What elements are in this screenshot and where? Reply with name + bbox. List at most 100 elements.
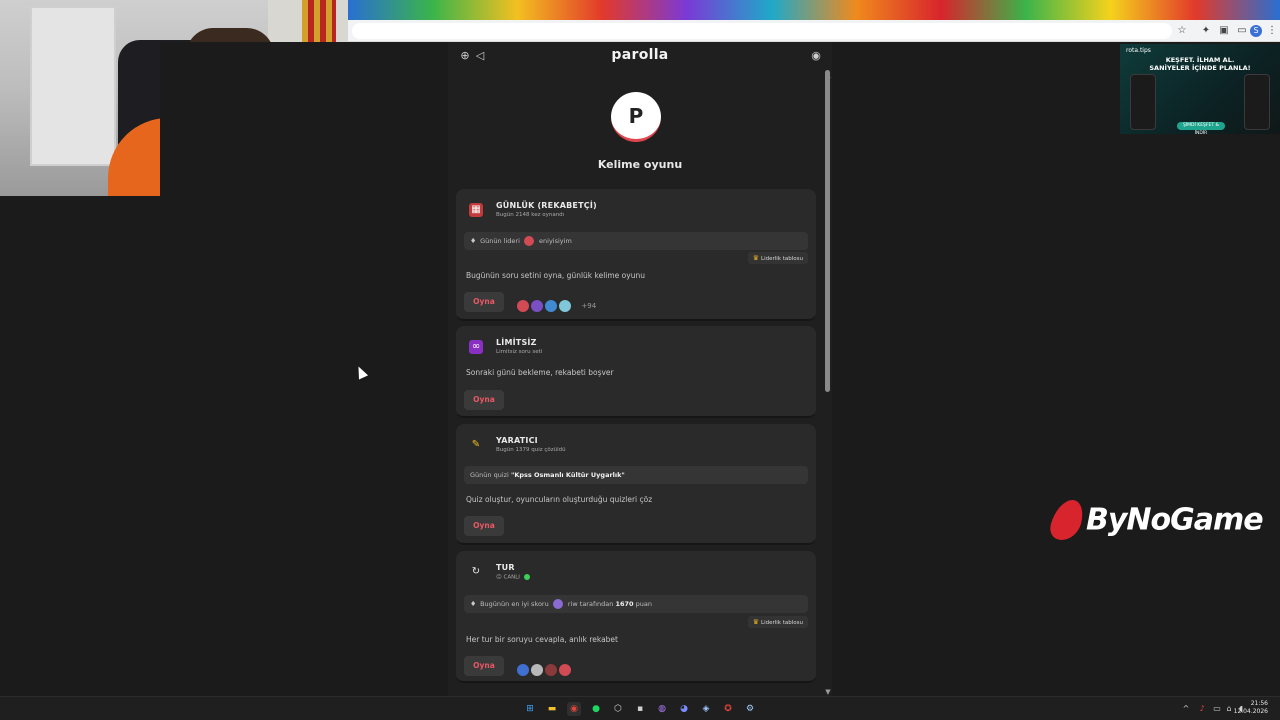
browser-toolbar: ☆ ✦ ▣ ▭ S ⋮ — [348, 20, 1280, 42]
daily-leader-info: ♦ Günün lideri eniyisiyim — [464, 232, 808, 250]
game-icon[interactable]: ✪ — [721, 702, 735, 716]
player-avatar — [530, 662, 545, 677]
chrome-icon[interactable]: ◉ — [567, 702, 581, 716]
network-icon[interactable]: ⌂ — [1224, 703, 1234, 715]
colorful-banner — [348, 0, 1280, 20]
player-avatar — [530, 298, 545, 313]
play-button[interactable]: Oyna — [464, 292, 504, 312]
spotify-icon[interactable]: ● — [589, 702, 603, 716]
leader-name[interactable]: eniyisiyim — [539, 237, 572, 245]
leader-avatar — [523, 236, 534, 246]
clock[interactable]: 21:56 12.04.2026 — [1234, 700, 1268, 716]
address-bar[interactable] — [352, 23, 1172, 39]
phone-mockup — [1130, 74, 1156, 130]
leaderboard-label: Liderlik tablosu — [761, 620, 803, 626]
play-button[interactable]: Oyna — [464, 390, 504, 410]
scroll-down-icon[interactable]: ▼ — [824, 689, 832, 696]
star-icon[interactable]: ☆ — [1176, 25, 1188, 37]
card-creative: ✎ YARATICI Bugün 1379 quiz çözüldü Günün… — [456, 424, 816, 545]
play-button[interactable]: Oyna — [464, 656, 504, 676]
bynogame-flame-icon — [1046, 500, 1088, 540]
ad-cta[interactable]: ŞİMDİ KEŞFET & İNDİR — [1177, 122, 1225, 134]
steam-icon[interactable]: ◈ — [699, 702, 713, 716]
best-score-info: ♦ Bugünün en iyi skoru riw tarafından 16… — [464, 595, 808, 613]
player-avatar — [544, 298, 559, 313]
start-icon[interactable]: ⊞ — [523, 702, 537, 716]
users-icon: ☺ — [496, 574, 502, 581]
best-player-name[interactable]: riw — [568, 600, 578, 608]
leaderboard-button[interactable]: ♛ Liderlik tablosu — [747, 616, 808, 628]
card-subtitle: ☺ CANLI — [496, 574, 530, 581]
infinity-icon: ∞ — [469, 340, 483, 354]
quiz-of-the-day[interactable]: Günün quizi "Kpss Osmanlı Kültür Uygarlı… — [464, 466, 808, 484]
card-title: GÜNLÜK (REKABETÇİ) — [496, 201, 597, 210]
tray-chevron-icon[interactable]: ^ — [1181, 703, 1191, 715]
trophy-outline-icon: ♦ — [470, 237, 477, 245]
screen: ☆ ✦ ▣ ▭ S ⋮ ⊕ ◁ parolla ◉ P Kelime oyunu… — [0, 0, 1280, 720]
info-label: Günün quizi — [470, 471, 509, 479]
play-button[interactable]: Oyna — [464, 516, 504, 536]
calendar-icon: ▦ — [469, 203, 483, 217]
ad-banner[interactable]: rota.tips KEŞFET. İLHAM AL. SANİYELER İÇ… — [1120, 44, 1280, 134]
more-icon[interactable]: ⋮ — [1266, 25, 1278, 37]
mic-icon[interactable]: ♪ — [1197, 703, 1207, 715]
best-player-avatar — [552, 599, 563, 609]
player-avatar — [516, 298, 530, 313]
info-label: Bugünün en iyi skoru — [480, 600, 549, 608]
trophy-icon: ♛ — [752, 618, 760, 626]
discord-icon[interactable]: ◕ — [677, 702, 691, 716]
extension-icon[interactable]: ✦ — [1200, 25, 1212, 37]
app-title[interactable]: parolla — [448, 47, 832, 63]
leaderboard-button[interactable]: ♛ Liderlik tablosu — [747, 252, 808, 264]
profile-avatar-icon[interactable]: S — [1250, 25, 1262, 37]
leaderboard-label: Liderlik tablosu — [761, 256, 803, 262]
bynogame-logo: ByNoGame — [1046, 500, 1264, 548]
monitor-icon[interactable]: ▭ — [1212, 703, 1222, 715]
user-icon[interactable]: ◉ — [810, 50, 822, 62]
obs-icon[interactable]: ⬡ — [611, 702, 625, 716]
card-subtitle: Bugün 1379 quiz çözüldü — [496, 447, 566, 453]
bynogame-text: ByNoGame — [1086, 502, 1264, 538]
tab-icon[interactable]: ▭ — [1236, 25, 1248, 37]
info-mid: tarafından — [579, 600, 614, 608]
folder-icon[interactable]: ▬ — [545, 702, 559, 716]
card-subtitle: Limitsiz soru seti — [496, 349, 543, 355]
refresh-icon: ↻ — [471, 566, 481, 577]
settings-icon[interactable]: ⚙ — [743, 702, 757, 716]
ad-headline-line-2: SANİYELER İÇİNDE PLANLA! — [1149, 64, 1251, 72]
best-score: 1670 — [615, 600, 634, 608]
pencil-icon: ✎ — [471, 439, 481, 450]
player-avatar — [516, 662, 530, 677]
app-icon[interactable]: ▪ — [633, 702, 647, 716]
player-avatar — [558, 662, 573, 677]
page-subtitle: Kelime oyunu — [597, 158, 683, 171]
card-subtitle: Bugün 2148 kez oynandı — [496, 212, 565, 218]
card-title: YARATICI — [496, 436, 538, 445]
score-unit: puan — [635, 600, 653, 608]
card-description: Quiz oluştur, oyuncuların oluşturduğu qu… — [466, 495, 653, 504]
card-description: Bugünün soru setini oyna, günlük kelime … — [466, 271, 645, 280]
more-players-count: +94 — [581, 301, 597, 310]
card-description: Sonraki günü bekleme, rekabeti boşver — [466, 368, 614, 377]
clock-time: 21:56 — [1250, 700, 1268, 707]
ad-headline: KEŞFET. İLHAM AL. SANİYELER İÇİNDE PLANL… — [1120, 56, 1280, 72]
card-title: TUR — [496, 563, 515, 572]
player-avatar — [544, 662, 559, 677]
trophy-outline-icon: ♦ — [470, 600, 477, 608]
app-header: ⊕ ◁ parolla ◉ — [448, 42, 832, 70]
github-icon[interactable]: ◍ — [655, 702, 669, 716]
card-description: Her tur bir soruyu cevapla, anlık rekabe… — [466, 635, 618, 644]
player-avatar — [558, 298, 573, 313]
info-label: Günün lideri — [480, 237, 520, 245]
player-avatars: +94 — [516, 295, 597, 313]
player-avatars — [516, 659, 573, 677]
card-unlimited: ∞ LİMİTSİZ Limitsiz soru seti Sonraki gü… — [456, 326, 816, 418]
live-label: CANLI — [503, 574, 520, 581]
trophy-icon: ♛ — [752, 254, 760, 262]
phone-mockup — [1244, 74, 1270, 130]
taskbar: ⊞ ▬ ◉ ● ⬡ ▪ ◍ ◕ ◈ ✪ ⚙ ^ ♪ ▭ ⌂ ◖ 21:56 12… — [0, 696, 1280, 720]
scrollbar-thumb[interactable] — [825, 70, 830, 392]
puzzle-icon[interactable]: ▣ — [1218, 25, 1230, 37]
card-title: LİMİTSİZ — [496, 338, 537, 347]
quiz-name: "Kpss Osmanlı Kültür Uygarlık" — [510, 471, 625, 479]
